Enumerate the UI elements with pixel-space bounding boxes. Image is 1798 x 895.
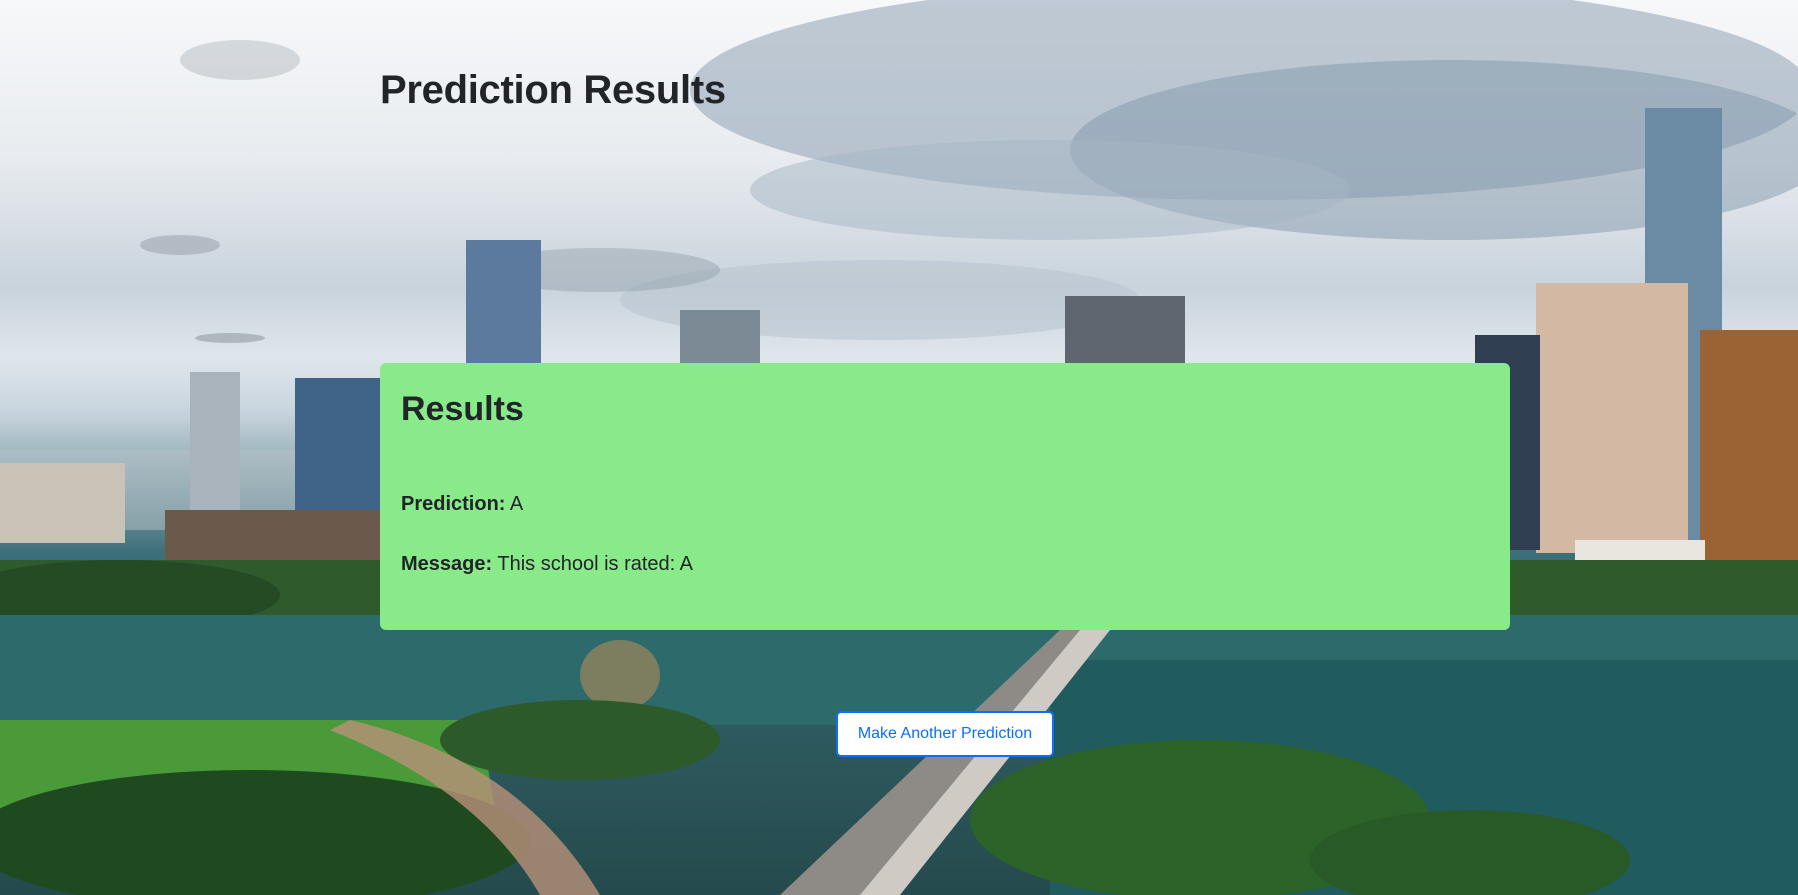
make-another-prediction-button[interactable]: Make Another Prediction — [836, 711, 1054, 757]
message-value: This school is rated: A — [497, 553, 694, 575]
prediction-line: Prediction: A — [401, 493, 523, 516]
prediction-value: A — [509, 493, 524, 515]
message-line: Message: This school is rated: A — [401, 553, 693, 576]
results-heading: Results — [401, 390, 524, 428]
page-background: Prediction Results Results Prediction: A… — [0, 0, 1798, 895]
page-title: Prediction Results — [380, 68, 726, 112]
results-card: Results Prediction: A Message: This scho… — [380, 363, 1510, 630]
main-content: Prediction Results Results Prediction: A… — [0, 0, 1798, 895]
message-label: Message: — [401, 553, 493, 575]
prediction-label: Prediction: — [401, 493, 506, 515]
